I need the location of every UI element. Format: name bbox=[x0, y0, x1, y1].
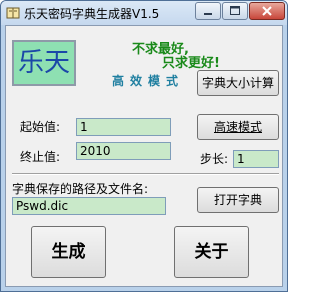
save-path-label: 字典保存的路径及文件名: bbox=[12, 182, 149, 196]
start-value-label: 起始值: bbox=[20, 120, 61, 134]
divider bbox=[12, 173, 279, 175]
minimize-icon bbox=[204, 13, 212, 15]
slogan-line-2: 只求更好! bbox=[162, 56, 220, 71]
step-label: 步长: bbox=[200, 152, 229, 166]
logo: 乐天 bbox=[12, 40, 76, 86]
title-bar[interactable]: 乐天密码字典生成器V1.5 bbox=[1, 1, 287, 25]
close-button[interactable] bbox=[249, 2, 285, 20]
end-value-field[interactable] bbox=[76, 142, 171, 160]
window-title: 乐天密码字典生成器V1.5 bbox=[24, 7, 160, 21]
app-window: 乐天密码字典生成器V1.5 乐天 不求最好, 只求更好! 高效模式 字典大小计算… bbox=[0, 0, 288, 292]
app-book-icon bbox=[6, 7, 20, 19]
start-value-field[interactable] bbox=[76, 118, 171, 136]
open-dict-button[interactable]: 打开字典 bbox=[197, 187, 279, 213]
close-icon bbox=[262, 6, 272, 16]
maximize-icon bbox=[230, 6, 240, 15]
minimize-button[interactable] bbox=[195, 2, 221, 20]
mode-label: 高效模式 bbox=[112, 74, 185, 88]
save-path-field[interactable] bbox=[12, 197, 166, 215]
maximize-button[interactable] bbox=[222, 2, 248, 20]
step-field[interactable] bbox=[233, 150, 279, 168]
about-button[interactable]: 关于 bbox=[174, 226, 249, 278]
end-value-label: 终止值: bbox=[20, 150, 61, 164]
main-panel: 乐天 不求最好, 只求更好! 高效模式 字典大小计算 高速模式 起始值: 终止值… bbox=[5, 25, 283, 287]
fast-mode-button[interactable]: 高速模式 bbox=[197, 114, 279, 140]
generate-button[interactable]: 生成 bbox=[31, 226, 106, 278]
calc-size-button[interactable]: 字典大小计算 bbox=[197, 70, 279, 96]
